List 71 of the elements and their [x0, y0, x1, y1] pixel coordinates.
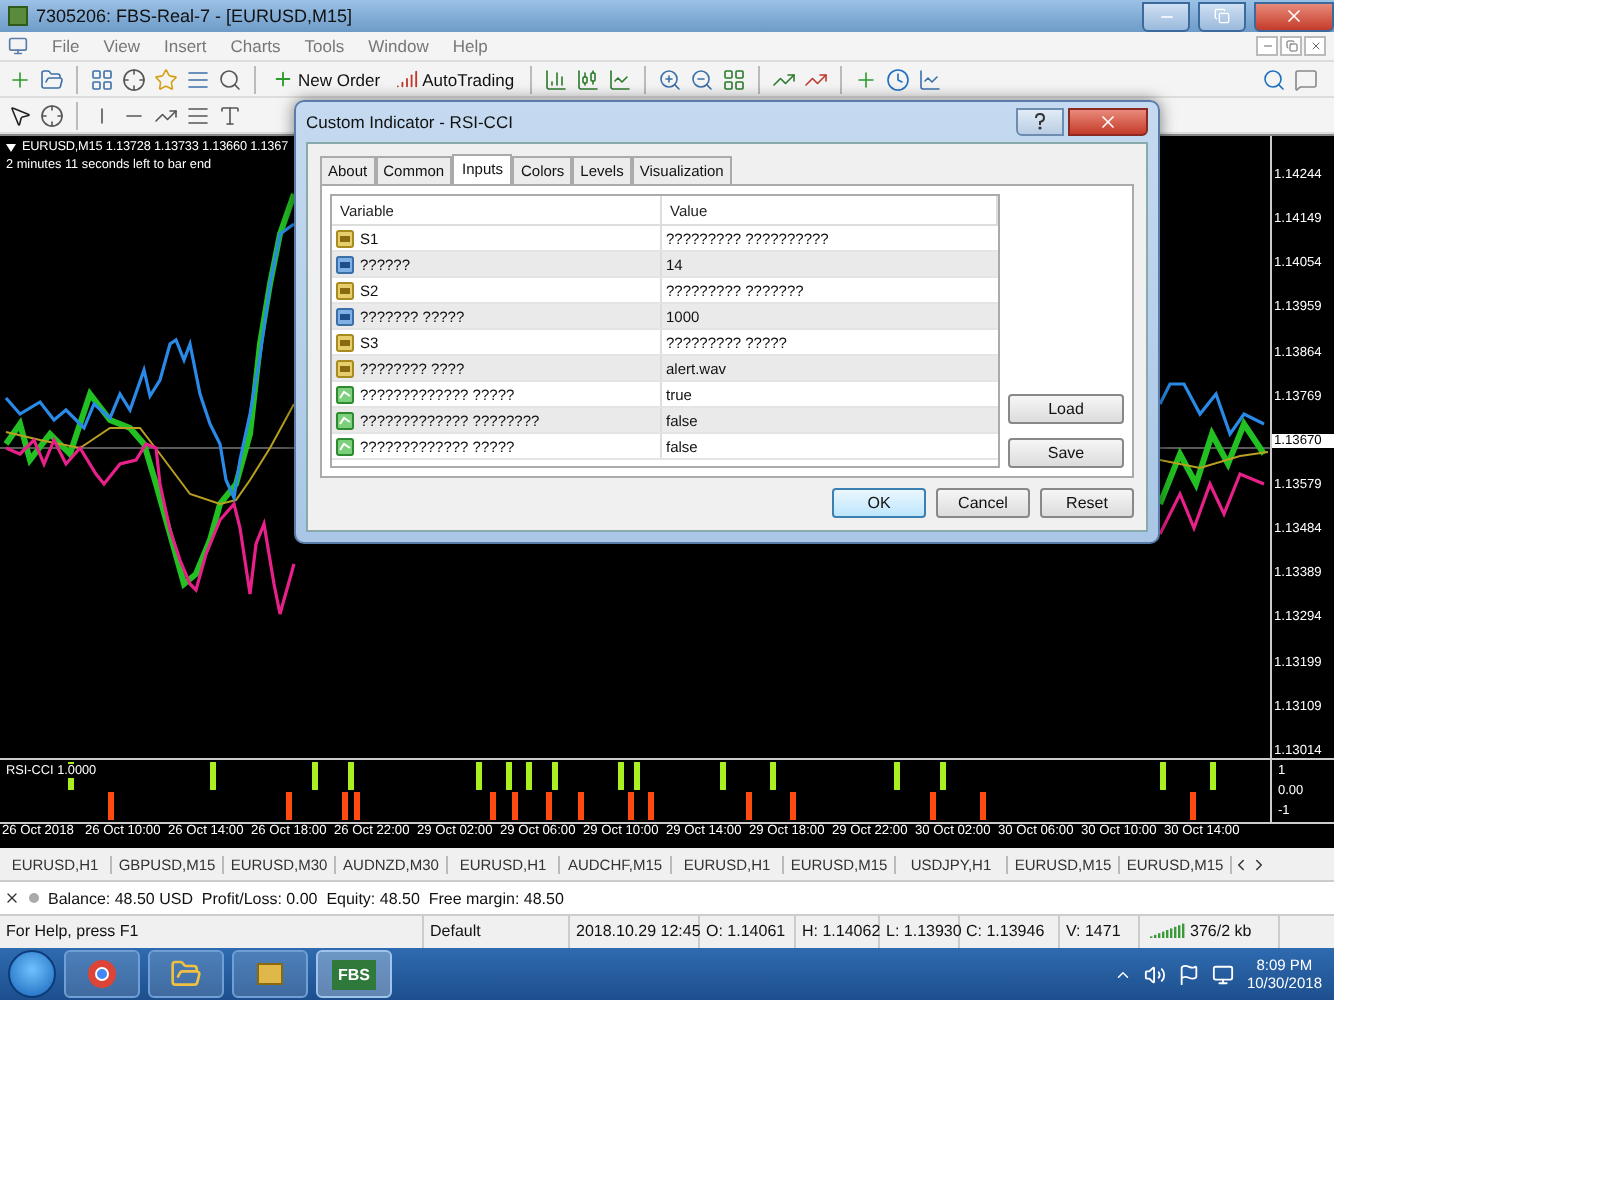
crosshair-icon[interactable] — [122, 67, 146, 91]
scroll-right-icon[interactable] — [1250, 855, 1268, 873]
crosshair-icon[interactable] — [40, 103, 64, 127]
window-title: 7305206: FBS-Real-7 - [EURUSD,M15] — [36, 6, 355, 26]
side-button[interactable]: Save — [1008, 438, 1124, 468]
number-type-icon — [336, 255, 354, 273]
toggle-type-icon — [336, 411, 354, 429]
menu-item[interactable]: Window — [368, 36, 429, 56]
list-icon[interactable] — [186, 67, 210, 91]
menu-item[interactable]: View — [103, 36, 140, 56]
monitor-icon — [8, 36, 28, 56]
maximize-button[interactable] — [1198, 1, 1246, 31]
folder-taskbar-button[interactable] — [148, 950, 224, 998]
folder-icon[interactable] — [40, 67, 64, 91]
close-icon[interactable] — [4, 890, 20, 906]
account-summary: Balance: 48.50 USD Profit/Loss: 0.00 Equity: 48.50 Free margin: 48.50 — [48, 889, 564, 907]
flag-icon[interactable] — [1178, 963, 1201, 985]
speaker-icon[interactable] — [1144, 963, 1167, 985]
close-button[interactable] — [1254, 1, 1334, 31]
chat-icon[interactable] — [1294, 67, 1318, 91]
cursor-icon[interactable] — [8, 103, 32, 127]
side-button[interactable]: Load — [1008, 394, 1124, 424]
clock-icon[interactable] — [886, 67, 911, 91]
menu-item[interactable]: Help — [452, 36, 488, 56]
menu-item[interactable]: Tools — [304, 36, 345, 56]
text-icon[interactable] — [218, 103, 242, 127]
dialog-button[interactable]: Cancel — [936, 488, 1030, 518]
minimize-button[interactable] — [1142, 1, 1190, 31]
browser-taskbar-button[interactable] — [64, 950, 140, 998]
round-logo-icon — [86, 958, 118, 990]
restore-icon — [1285, 40, 1297, 52]
autotrading-button[interactable]: AutoTrading — [392, 63, 519, 95]
star-icon[interactable] — [154, 67, 178, 91]
close-icon — [1284, 6, 1304, 26]
minimize-icon — [1261, 40, 1273, 52]
menu-item[interactable]: Charts — [230, 36, 281, 56]
close-icon — [1309, 40, 1321, 52]
bar-chart-icon[interactable] — [544, 67, 569, 91]
fbs-taskbar-button[interactable]: FBS — [316, 950, 392, 998]
text-type-icon — [336, 229, 354, 247]
app-taskbar-button[interactable] — [232, 950, 308, 998]
line-chart-icon[interactable] — [608, 67, 633, 91]
restore-icon — [1214, 8, 1230, 24]
text-type-icon — [336, 281, 354, 299]
close-button[interactable] — [1068, 108, 1148, 136]
scroll-left-icon[interactable] — [1232, 855, 1250, 873]
start-button[interactable] — [8, 950, 56, 998]
new-order-button[interactable]: New Order — [268, 63, 385, 95]
question-icon — [1032, 111, 1048, 129]
candlestick-icon[interactable] — [576, 67, 601, 91]
dialog-button[interactable]: Reset — [1040, 488, 1134, 518]
menu-item[interactable]: File — [52, 36, 80, 56]
app-icon — [8, 6, 28, 26]
network-icon[interactable] — [1212, 963, 1235, 985]
zoom-out-icon[interactable] — [690, 67, 715, 91]
folder-icon — [170, 958, 202, 990]
signal-icon — [396, 68, 419, 90]
help-button[interactable] — [1016, 108, 1064, 136]
grid-icon[interactable] — [90, 67, 114, 91]
close-icon — [1098, 112, 1118, 132]
close-button[interactable] — [1304, 36, 1326, 56]
search-icon[interactable] — [1262, 67, 1286, 91]
zoom-in-icon[interactable] — [658, 67, 683, 91]
menu-item[interactable]: Insert — [163, 36, 207, 56]
circle-icon — [28, 892, 40, 904]
number-type-icon — [336, 307, 354, 325]
search-icon[interactable] — [218, 67, 242, 91]
dropdown-triangle-icon[interactable] — [6, 143, 16, 151]
plus-icon — [272, 68, 294, 90]
dialog-title: Custom Indicator - RSI-CCI — [306, 112, 515, 132]
dialog-button[interactable]: OK — [832, 488, 926, 518]
